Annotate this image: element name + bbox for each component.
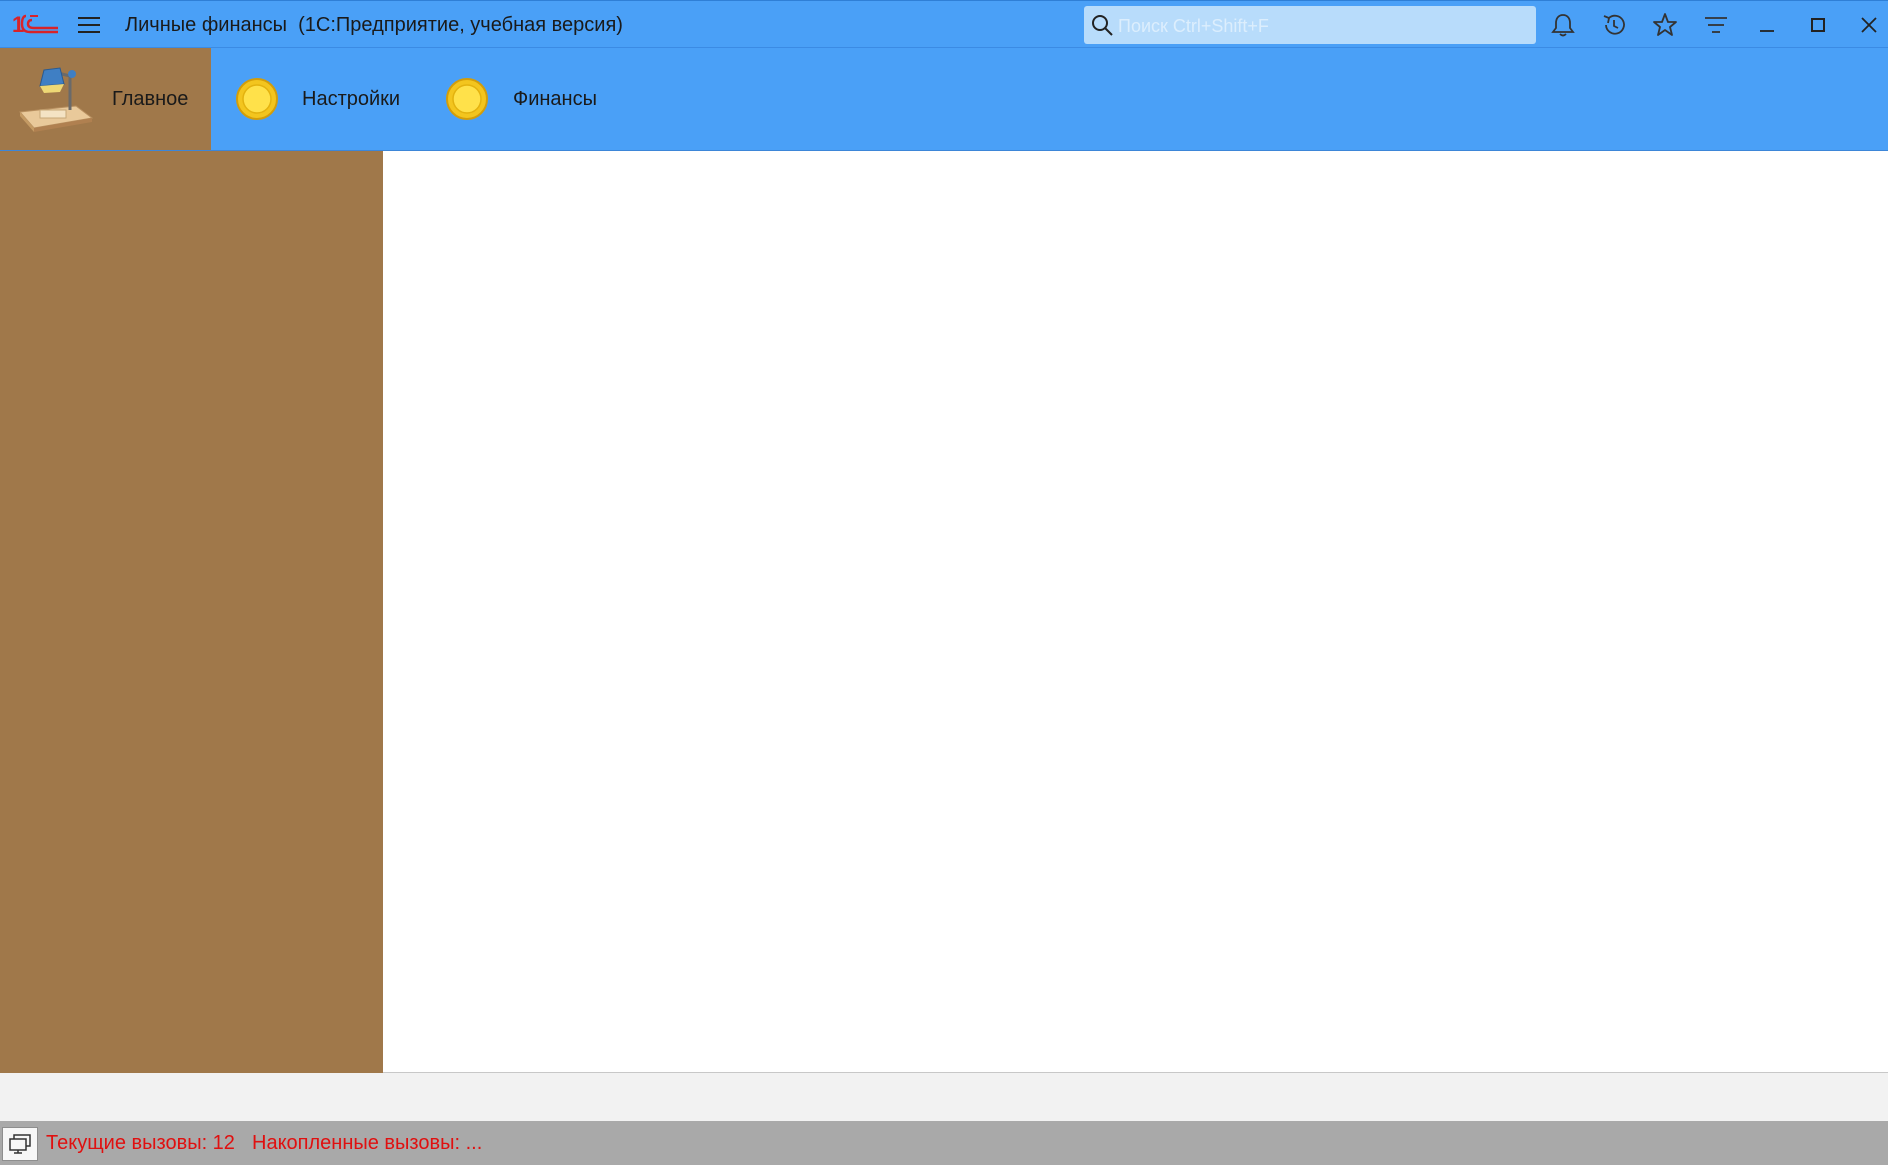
section-label: Финансы bbox=[513, 88, 597, 110]
current-calls-counter: Текущие вызовы: 12 bbox=[46, 1132, 235, 1154]
desk-lamp-icon bbox=[18, 67, 94, 132]
minimize-icon[interactable] bbox=[1753, 11, 1781, 39]
filter-icon[interactable] bbox=[1702, 11, 1730, 39]
sections-panel: Главное Настройки Финансы bbox=[0, 48, 1888, 151]
close-icon[interactable] bbox=[1855, 11, 1883, 39]
section-main[interactable]: Главное bbox=[0, 48, 211, 150]
yellow-circle-icon bbox=[236, 78, 278, 120]
monitor-icon bbox=[9, 1134, 31, 1154]
functions-sidebar bbox=[0, 151, 383, 1073]
history-icon[interactable] bbox=[1600, 11, 1628, 39]
section-settings[interactable]: Настройки bbox=[211, 48, 421, 150]
hamburger-menu-icon[interactable] bbox=[76, 13, 102, 37]
open-windows-panel bbox=[0, 1073, 1888, 1121]
title-bar: 1 Личные финансы (1С:Предприятие, учебна… bbox=[0, 0, 1888, 48]
section-finance[interactable]: Финансы bbox=[421, 48, 621, 150]
maximize-icon[interactable] bbox=[1804, 11, 1832, 39]
app-title: Личные финансы (1С:Предприятие, учебная … bbox=[125, 14, 623, 36]
search-icon bbox=[1092, 15, 1113, 36]
bell-icon[interactable] bbox=[1549, 11, 1577, 39]
status-bar: Текущие вызовы: 12 Накопленные вызовы: .… bbox=[0, 1121, 1888, 1165]
yellow-circle-icon bbox=[446, 78, 488, 120]
section-label: Настройки bbox=[302, 88, 401, 110]
search-box[interactable] bbox=[1084, 6, 1536, 44]
accumulated-calls-counter: Накопленные вызовы: ... bbox=[252, 1132, 483, 1154]
workspace-area bbox=[383, 151, 1888, 1073]
performance-monitor-button[interactable] bbox=[2, 1127, 38, 1161]
star-icon[interactable] bbox=[1651, 11, 1679, 39]
section-label: Главное bbox=[112, 88, 189, 110]
1c-logo-icon[interactable]: 1 bbox=[12, 11, 60, 37]
search-input[interactable] bbox=[1116, 10, 1520, 42]
